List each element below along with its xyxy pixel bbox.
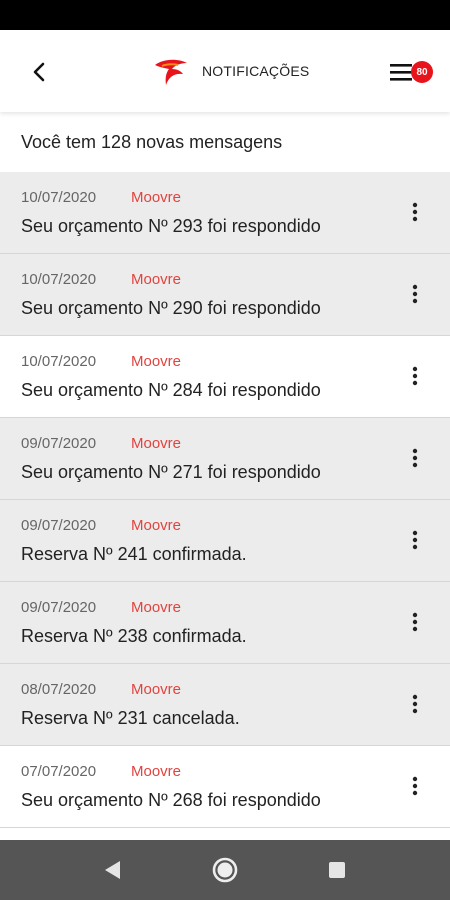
menu-button[interactable]: 80 xyxy=(388,57,436,87)
notification-item[interactable]: 07/07/2020 Moovre Seu orçamento Nº 268 f… xyxy=(0,746,450,828)
notification-date: 10/07/2020 xyxy=(21,353,97,370)
summary-text: Você tem 128 novas mensagens xyxy=(21,132,283,152)
brand-logo-icon xyxy=(155,59,187,85)
notification-sender: Moovre xyxy=(131,599,182,616)
chevron-left-icon xyxy=(33,62,45,82)
notification-message: Seu orçamento Nº 284 foi respondido xyxy=(21,380,321,400)
notification-date: 09/07/2020 xyxy=(21,435,97,452)
notification-sender: Moovre xyxy=(131,517,182,534)
notification-message: Seu orçamento Nº 290 foi respondido xyxy=(21,298,321,318)
more-vertical-icon xyxy=(412,448,418,468)
more-vertical-icon xyxy=(412,694,418,714)
notification-message: Seu orçamento Nº 293 foi respondido xyxy=(21,216,321,236)
notification-sender: Moovre xyxy=(131,353,182,370)
system-navigation-bar xyxy=(0,840,450,900)
notification-count-badge: 80 xyxy=(411,61,433,83)
notification-date: 08/07/2020 xyxy=(21,681,97,698)
more-options-button[interactable] xyxy=(403,197,427,227)
notification-message: Reserva Nº 231 cancelada. xyxy=(21,708,240,728)
notification-date: 10/07/2020 xyxy=(21,189,97,206)
status-bar xyxy=(0,0,450,30)
more-vertical-icon xyxy=(412,776,418,796)
more-vertical-icon xyxy=(412,366,418,386)
messages-summary: Você tem 128 novas mensagens xyxy=(0,112,450,172)
notification-date: 07/07/2020 xyxy=(21,763,97,780)
page-title: NOTIFICAÇÕES xyxy=(202,63,310,79)
notification-date: 09/07/2020 xyxy=(21,599,97,616)
more-options-button[interactable] xyxy=(403,443,427,473)
notification-item[interactable]: 10/07/2020 Moovre Seu orçamento Nº 284 f… xyxy=(0,336,450,418)
circle-home-icon[interactable] xyxy=(211,856,239,884)
triangle-back-icon[interactable] xyxy=(100,857,126,883)
notification-sender: Moovre xyxy=(131,435,182,452)
more-options-button[interactable] xyxy=(403,771,427,801)
notification-item[interactable]: 09/07/2020 Moovre Seu orçamento Nº 271 f… xyxy=(0,418,450,500)
notification-message: Reserva Nº 238 confirmada. xyxy=(21,626,247,646)
notification-sender: Moovre xyxy=(131,189,182,206)
more-vertical-icon xyxy=(412,612,418,632)
more-options-button[interactable] xyxy=(403,525,427,555)
more-vertical-icon xyxy=(412,284,418,304)
notification-item[interactable]: 10/07/2020 Moovre Seu orçamento Nº 293 f… xyxy=(0,172,450,254)
notification-item[interactable]: 09/07/2020 Moovre Reserva Nº 238 confirm… xyxy=(0,582,450,664)
notifications-list: 10/07/2020 Moovre Seu orçamento Nº 293 f… xyxy=(0,172,450,828)
notification-date: 10/07/2020 xyxy=(21,271,97,288)
notification-message: Reserva Nº 241 confirmada. xyxy=(21,544,247,564)
notification-item[interactable]: 10/07/2020 Moovre Seu orçamento Nº 290 f… xyxy=(0,254,450,336)
more-options-button[interactable] xyxy=(403,607,427,637)
notification-date: 09/07/2020 xyxy=(21,517,97,534)
more-vertical-icon xyxy=(412,202,418,222)
notification-sender: Moovre xyxy=(131,271,182,288)
notification-item[interactable]: 08/07/2020 Moovre Reserva Nº 231 cancela… xyxy=(0,664,450,746)
app-header: NOTIFICAÇÕES 80 xyxy=(0,30,450,112)
more-options-button[interactable] xyxy=(403,689,427,719)
notification-item[interactable]: 09/07/2020 Moovre Reserva Nº 241 confirm… xyxy=(0,500,450,582)
notification-message: Seu orçamento Nº 271 foi respondido xyxy=(21,462,321,482)
notification-sender: Moovre xyxy=(131,681,182,698)
more-vertical-icon xyxy=(412,530,418,550)
square-recents-icon[interactable] xyxy=(325,858,349,882)
back-button[interactable] xyxy=(22,55,56,89)
notification-sender: Moovre xyxy=(131,763,182,780)
more-options-button[interactable] xyxy=(403,361,427,391)
notification-message: Seu orçamento Nº 268 foi respondido xyxy=(21,790,321,810)
more-options-button[interactable] xyxy=(403,279,427,309)
